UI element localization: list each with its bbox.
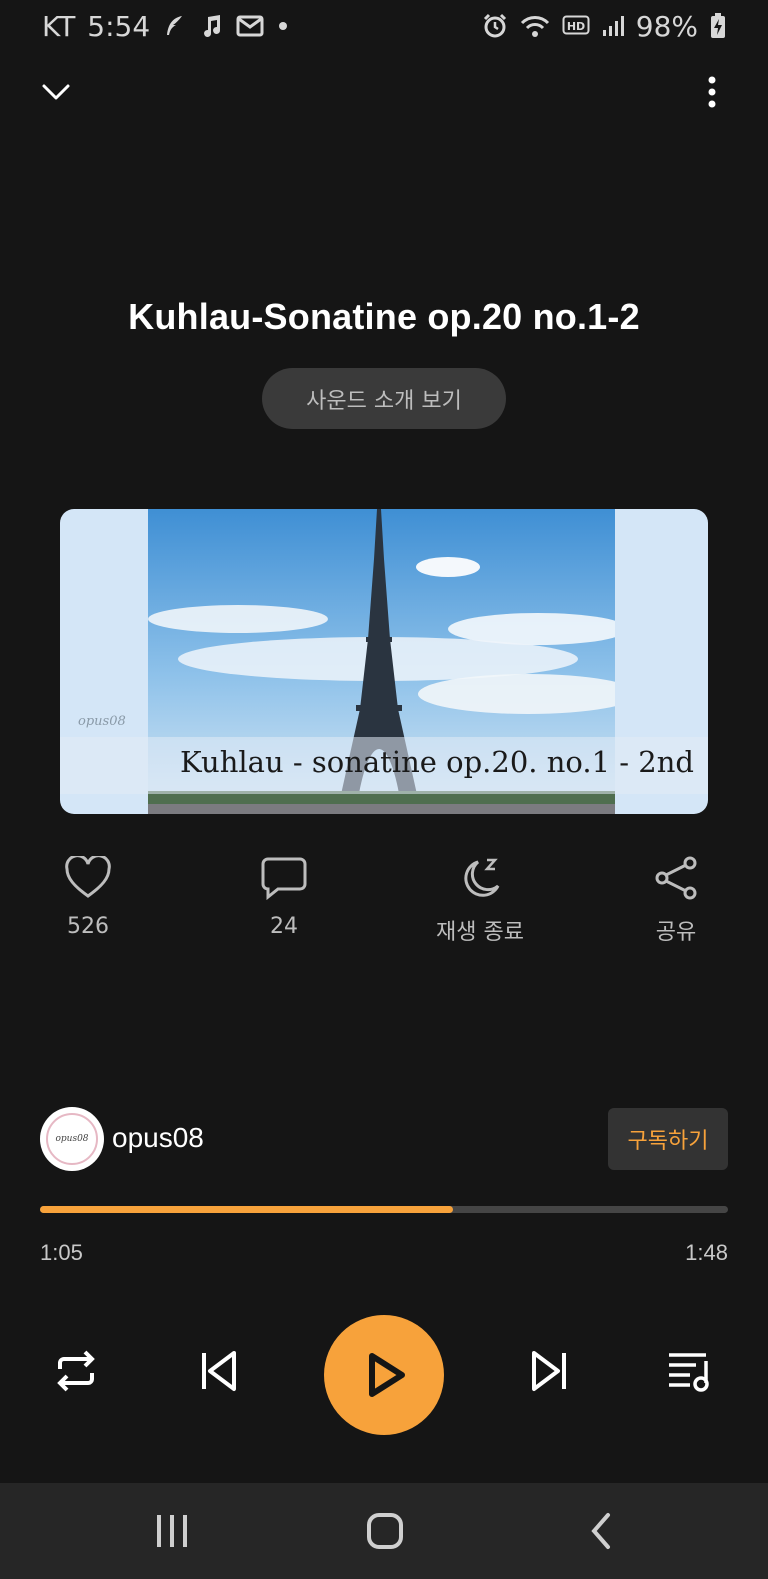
heart-icon xyxy=(65,856,111,898)
wifi-icon xyxy=(520,16,549,37)
channel-name[interactable]: opus08 xyxy=(112,1122,204,1154)
track-title: Kuhlau-Sonatine op.20 no.1-2 xyxy=(128,296,640,337)
more-vertical-icon[interactable] xyxy=(700,74,724,110)
avatar-logo: opus08 xyxy=(46,1113,98,1165)
artwork-watermark: opus08 xyxy=(78,714,126,729)
like-button[interactable]: 526 xyxy=(8,856,168,939)
moon-sleep-icon xyxy=(464,858,500,897)
subscribe-button[interactable]: 구독하기 xyxy=(608,1108,728,1170)
back-icon[interactable] xyxy=(588,1511,614,1551)
carrier: KT xyxy=(42,9,76,43)
status-left: KT 5:54 xyxy=(42,10,290,43)
like-count: 526 xyxy=(67,914,109,939)
repeat-icon xyxy=(57,1350,95,1392)
sleep-timer-button[interactable]: 재생 종료 xyxy=(400,856,560,946)
alarm-icon xyxy=(483,13,506,38)
playlist-icon xyxy=(669,1353,709,1392)
status-bar: KT 5:54 HD 98% xyxy=(0,0,768,52)
share-icon xyxy=(655,856,697,900)
previous-icon xyxy=(202,1351,236,1391)
album-artwork: opus08 Kuhlau - sonatine op.20. no.1 - 2… xyxy=(60,509,708,814)
progress-bar[interactable] xyxy=(40,1206,728,1213)
recents-icon[interactable] xyxy=(155,1511,189,1551)
dot-icon xyxy=(279,22,288,30)
progress-fill xyxy=(40,1206,453,1213)
system-nav-bar xyxy=(0,1483,768,1579)
channel-avatar[interactable]: opus08 xyxy=(40,1107,104,1171)
feather-icon xyxy=(167,16,183,35)
clock: 5:54 xyxy=(87,9,151,43)
hd-voice-icon: HD xyxy=(562,15,590,35)
battery-charging-icon xyxy=(711,13,725,38)
previous-button[interactable] xyxy=(192,1345,244,1397)
current-time: 1:05 xyxy=(40,1240,83,1265)
next-icon xyxy=(532,1351,566,1391)
repeat-button[interactable] xyxy=(50,1345,102,1397)
share-button[interactable]: 공유 xyxy=(596,856,756,946)
signal-icon xyxy=(602,16,624,36)
chevron-down-icon[interactable] xyxy=(38,74,74,110)
total-time: 1:48 xyxy=(685,1240,728,1265)
artwork-caption: Kuhlau - sonatine op.20. no.1 - 2nd xyxy=(180,745,694,779)
share-label: 공유 xyxy=(655,920,697,945)
play-button[interactable] xyxy=(324,1315,444,1435)
comment-count: 24 xyxy=(270,914,298,939)
music-note-icon xyxy=(204,15,221,37)
playlist-button[interactable] xyxy=(664,1345,716,1397)
status-right: HD 98% xyxy=(482,10,726,43)
play-icon xyxy=(369,1353,405,1397)
comment-button[interactable]: 24 xyxy=(204,856,364,939)
comment-icon xyxy=(261,857,307,900)
sleep-label: 재생 종료 xyxy=(436,920,524,945)
svg-text:HD: HD xyxy=(567,20,585,33)
mail-icon xyxy=(236,15,264,37)
sound-intro-button[interactable]: 사운드 소개 보기 xyxy=(262,368,506,429)
home-icon[interactable] xyxy=(366,1511,404,1551)
next-button[interactable] xyxy=(524,1345,576,1397)
battery-percent: 98% xyxy=(635,9,698,43)
